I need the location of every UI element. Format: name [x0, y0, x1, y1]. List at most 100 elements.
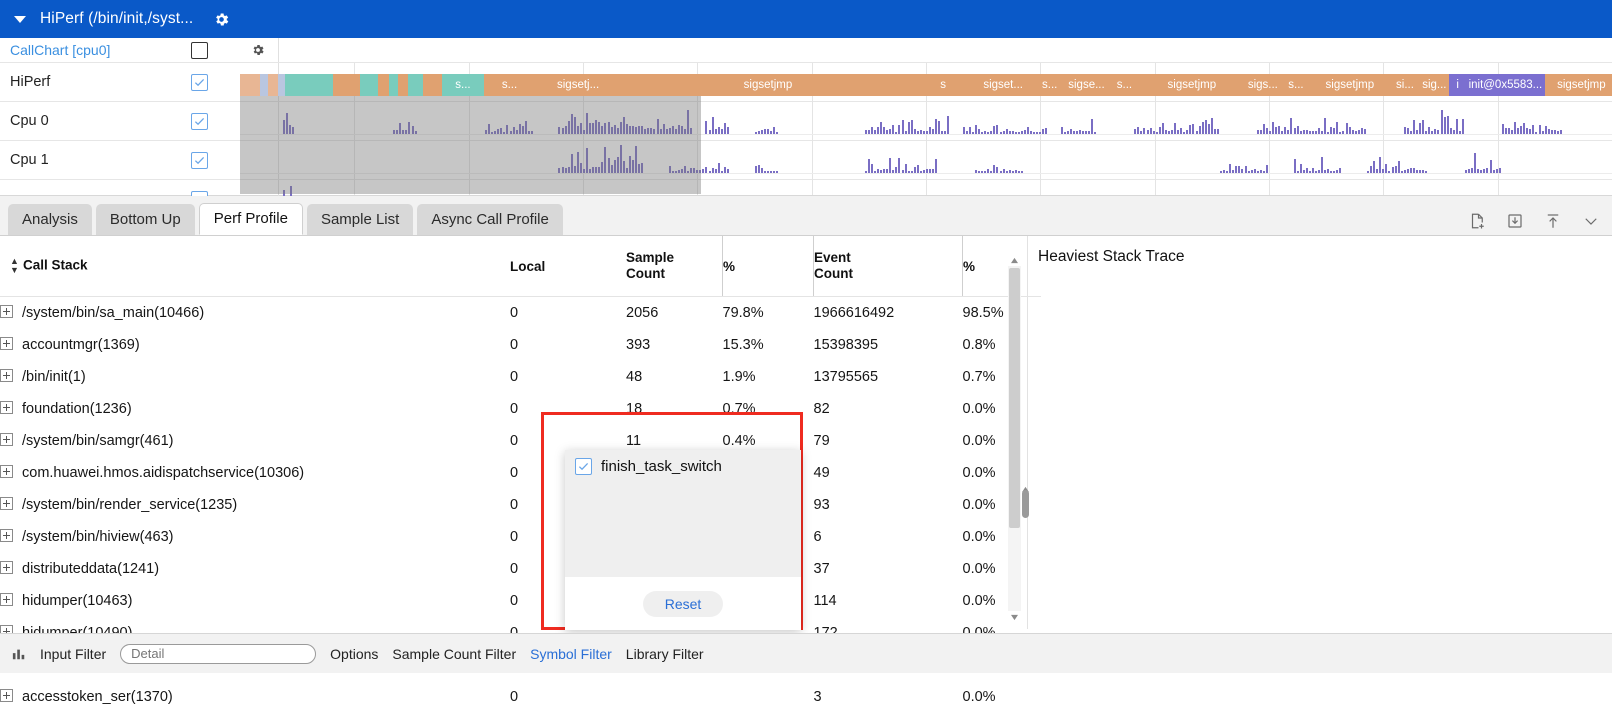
table-row[interactable]: /system/bin/render_service(1235)0930.0%: [0, 489, 1041, 521]
column-header-sample-pct[interactable]: %: [723, 236, 814, 297]
flame-segment[interactable]: s: [915, 74, 971, 96]
input-filter-field[interactable]: [120, 644, 316, 664]
reset-button[interactable]: Reset: [643, 591, 724, 617]
flame-segment[interactable]: [360, 74, 378, 96]
expand-icon[interactable]: [0, 689, 13, 702]
flame-segment[interactable]: [333, 74, 360, 96]
flame-segment[interactable]: s...: [442, 74, 484, 96]
flame-segment[interactable]: s...: [1109, 74, 1141, 96]
scrollbar-thumb[interactable]: [1009, 268, 1020, 528]
expand-icon[interactable]: [0, 497, 13, 510]
callchart-checkbox[interactable]: [191, 42, 208, 59]
sample-count-filter-link[interactable]: Sample Count Filter: [392, 646, 516, 662]
callchart-gear-icon[interactable]: [238, 38, 278, 62]
flame-segment[interactable]: sigset...: [971, 74, 1035, 96]
table-row[interactable]: distributeddata(1241)0370.0%: [0, 553, 1041, 585]
flame-segment[interactable]: [285, 74, 333, 96]
hiperf-checkbox-cell[interactable]: [160, 63, 238, 101]
scroll-up-icon[interactable]: [1008, 254, 1021, 266]
sort-indicator-icon[interactable]: ▲▼: [10, 257, 20, 275]
table-row[interactable]: com.huawei.hmos.aidispatchservice(10306)…: [0, 457, 1041, 489]
column-header-call-stack[interactable]: ▲▼Call Stack: [0, 236, 510, 297]
callchart-checkbox-cell[interactable]: [160, 38, 238, 62]
symbol-filter-checkbox[interactable]: [575, 458, 592, 475]
column-header-local[interactable]: Local: [510, 236, 626, 297]
gear-icon[interactable]: [213, 11, 229, 27]
table-row[interactable]: accountmgr(1369)039315.3%153983950.8%: [0, 329, 1041, 361]
cpu1-checkbox-cell[interactable]: [160, 141, 238, 179]
expand-icon[interactable]: [0, 401, 13, 414]
symbol-filter-item[interactable]: finish_task_switch: [575, 458, 791, 475]
flame-segment[interactable]: sigsetjmp: [1140, 74, 1243, 96]
table-row[interactable]: /system/bin/sa_main(10466)0205679.8%1966…: [0, 297, 1041, 330]
expand-icon[interactable]: [0, 337, 13, 350]
expand-icon[interactable]: [0, 593, 13, 606]
flame-segment[interactable]: sigse...: [1064, 74, 1108, 96]
flame-segment[interactable]: [398, 74, 408, 96]
expand-icon[interactable]: [0, 465, 13, 478]
flame-strip[interactable]: s...s...sigsetj...sigsetjmpssigset...s..…: [240, 74, 1612, 96]
column-header-sample-count[interactable]: Sample Count: [626, 236, 723, 297]
tab-analysis[interactable]: Analysis: [8, 204, 92, 235]
library-filter-link[interactable]: Library Filter: [626, 646, 704, 662]
tab-sample-list[interactable]: Sample List: [307, 204, 413, 235]
timeline-panel[interactable]: CallChart [cpu0] HiPerf: [0, 38, 1612, 196]
scroll-down-icon[interactable]: [1008, 611, 1021, 623]
expand-icon[interactable]: [0, 529, 13, 542]
flame-segment[interactable]: s...: [484, 74, 535, 96]
flame-segment[interactable]: sig...: [1420, 74, 1449, 96]
flame-segment[interactable]: [260, 74, 269, 96]
scrollbar-thumb[interactable]: [1022, 490, 1029, 518]
timeline-ruler[interactable]: [278, 38, 1612, 62]
options-link[interactable]: Options: [330, 646, 378, 662]
expand-icon[interactable]: [0, 305, 13, 318]
flame-segment[interactable]: [240, 74, 260, 96]
cpu0-checkbox-cell[interactable]: [160, 102, 238, 140]
expand-icon[interactable]: [0, 433, 13, 446]
sample-waveforms[interactable]: [240, 96, 1612, 195]
expand-icon[interactable]: [0, 561, 13, 574]
flame-segment[interactable]: i: [1449, 74, 1466, 96]
flame-segment[interactable]: [378, 74, 389, 96]
tab-perf-profile[interactable]: Perf Profile: [199, 203, 303, 235]
chevron-down-icon[interactable]: [1582, 212, 1600, 230]
export-icon[interactable]: [1544, 212, 1562, 230]
tab-async-call-profile[interactable]: Async Call Profile: [417, 204, 563, 235]
table-row[interactable]: hidumper(10463)01140.0%: [0, 585, 1041, 617]
table-row[interactable]: accesstoken_ser(1370)030.0%: [0, 681, 1041, 713]
new-file-icon[interactable]: [1468, 212, 1486, 230]
table-row[interactable]: /system/bin/samgr(461)0110.4%790.0%: [0, 425, 1041, 457]
flame-segment[interactable]: [423, 74, 443, 96]
bar-chart-icon[interactable]: [12, 647, 26, 661]
table-scrollbar[interactable]: [1008, 254, 1021, 623]
table-row[interactable]: foundation(1236)0180.7%820.0%: [0, 393, 1041, 425]
flame-segment[interactable]: sigsetjmp: [1309, 74, 1390, 96]
flame-segment[interactable]: [268, 74, 278, 96]
waveform-cpu0[interactable]: [240, 135, 1612, 174]
expand-icon[interactable]: [0, 369, 13, 382]
cpu0-checkbox[interactable]: [191, 113, 208, 130]
timeline-row-callchart[interactable]: CallChart [cpu0]: [0, 38, 1612, 63]
flame-segment[interactable]: sigsetj...: [535, 74, 621, 96]
waveform-hiperf[interactable]: [240, 96, 1612, 135]
table-row[interactable]: /bin/init(1)0481.9%137955650.7%: [0, 361, 1041, 393]
cpu1-checkbox[interactable]: [191, 152, 208, 169]
flame-segment[interactable]: s...: [1035, 74, 1064, 96]
flame-segment[interactable]: sigs...: [1243, 74, 1282, 96]
symbol-filter-popup[interactable]: finish_task_switch Reset: [565, 450, 801, 630]
flame-segment[interactable]: [278, 74, 285, 96]
import-icon[interactable]: [1506, 212, 1524, 230]
flame-segment[interactable]: sigsetjmp: [1545, 74, 1612, 96]
flame-segment[interactable]: sigsetjmp: [621, 74, 915, 96]
flame-segment[interactable]: init@0x5583...: [1466, 74, 1544, 96]
hiperf-checkbox[interactable]: [191, 74, 208, 91]
symbol-filter-list[interactable]: finish_task_switch: [565, 450, 801, 577]
chevron-down-icon[interactable]: [14, 16, 26, 23]
table-row[interactable]: /system/bin/hiview(463)060.0%: [0, 521, 1041, 553]
flame-segment[interactable]: s...: [1282, 74, 1309, 96]
flame-segment[interactable]: [408, 74, 423, 96]
symbol-filter-link[interactable]: Symbol Filter: [530, 646, 612, 662]
flame-segment[interactable]: [389, 74, 398, 96]
tab-bottom-up[interactable]: Bottom Up: [96, 204, 195, 235]
column-header-event-pct[interactable]: %: [963, 236, 1042, 297]
